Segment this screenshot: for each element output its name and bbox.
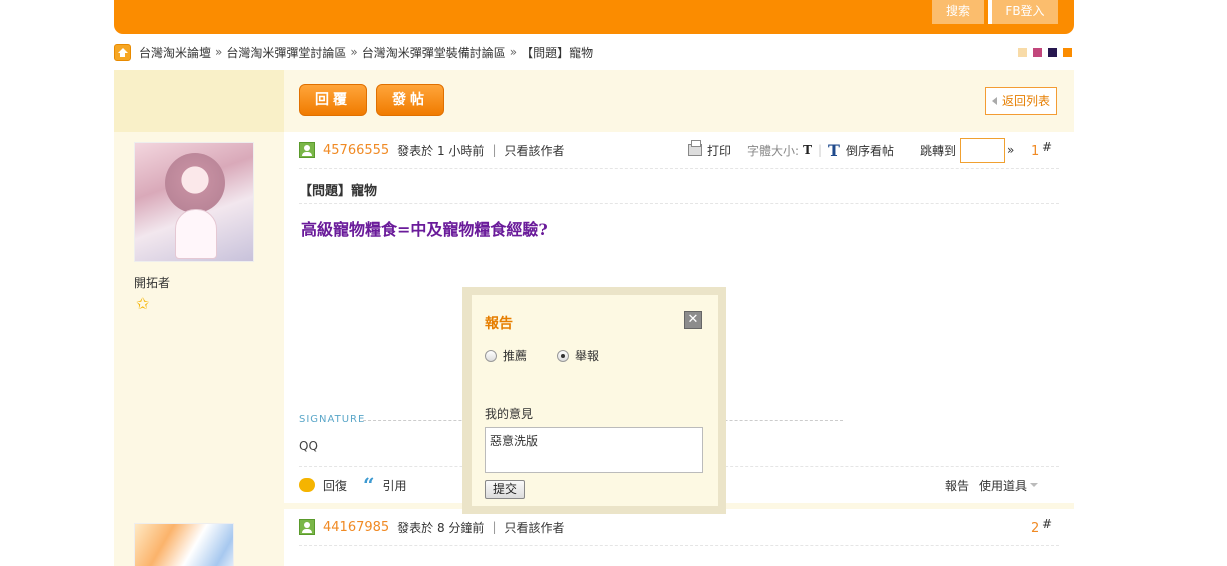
post-meta: 44167985 發表於 8 分鐘前 | 只看該作者	[299, 517, 1059, 537]
tab-fb-login[interactable]: FB登入	[992, 0, 1058, 24]
post-actions-right: 報告 使用道具	[945, 475, 1065, 495]
breadcrumb-separator: »	[215, 45, 223, 59]
quote-icon[interactable]: “	[363, 475, 375, 495]
radio-recommend[interactable]: 推薦	[485, 347, 527, 364]
avatar[interactable]	[134, 142, 254, 262]
radio-button[interactable]	[557, 349, 569, 362]
breadcrumb-separator: »	[350, 45, 358, 59]
font-size-large-button[interactable]: T	[828, 141, 840, 160]
style-swatch-orange[interactable]	[1063, 48, 1072, 57]
reply-button[interactable]: 回覆	[299, 84, 367, 116]
post-2: 44167985 發表於 8 分鐘前 | 只看該作者 2 #	[114, 509, 1074, 566]
avatar[interactable]	[134, 523, 234, 566]
breadcrumb-separator: »	[509, 45, 518, 59]
only-author-link[interactable]: 只看該作者	[504, 142, 564, 159]
font-size-small-button[interactable]: T	[803, 143, 812, 157]
radio-recommend-label: 推薦	[503, 349, 528, 363]
opinion-label: 我的意見	[485, 407, 534, 421]
font-size-divider: |	[818, 143, 823, 157]
submit-button[interactable]: 提交	[485, 480, 525, 499]
header-bar: 論壇 搜索 FB登入	[114, 0, 1074, 34]
report-dialog-frame: 報告 ✕ 推薦 舉報 我的意見 惡意洗版 提交	[462, 287, 726, 514]
chevron-down-icon[interactable]	[1030, 483, 1039, 487]
star-icon: ✩	[136, 294, 150, 313]
author-role: 開拓者	[134, 276, 171, 290]
user-online-icon	[299, 519, 315, 535]
radio-report[interactable]: 舉報	[557, 347, 599, 364]
subject-divider	[299, 203, 1059, 204]
post-report-link[interactable]: 報告	[945, 477, 969, 494]
reply-icon[interactable]	[299, 478, 315, 492]
author-name[interactable]: 44167985	[323, 520, 389, 535]
author-name[interactable]: 45766555	[323, 143, 389, 158]
post-body-text: 高級寵物糧食=中及寵物糧食經驗?	[301, 220, 548, 239]
floor-number[interactable]: 2	[1031, 521, 1039, 536]
style-swatch-magenta[interactable]	[1033, 48, 1042, 57]
radio-button[interactable]	[485, 349, 497, 362]
post-quote-link[interactable]: 引用	[383, 477, 407, 494]
reverse-order-link[interactable]: 倒序看帖	[846, 142, 894, 159]
meta-separator: |	[492, 143, 497, 157]
tab-search[interactable]: 搜索	[932, 0, 984, 24]
style-swatch-beige[interactable]	[1018, 48, 1027, 57]
user-online-icon	[299, 142, 315, 158]
post-subject: 【問題】寵物	[299, 184, 378, 199]
meta-divider	[299, 168, 1059, 169]
breadcrumb-item-forum[interactable]: 台灣淘米論壇	[139, 44, 211, 61]
back-to-list-button[interactable]: 返回列表	[984, 87, 1057, 115]
post-author-sidebar	[114, 509, 284, 566]
breadcrumb-item-thread: 【問題】寵物	[521, 45, 594, 60]
post-reply-link[interactable]: 回復	[323, 477, 347, 494]
floor-hash: #	[1042, 140, 1053, 154]
post-tools: 打印 字體大小: T | T 倒序看帖 跳轉到 »	[688, 137, 1068, 163]
dialog-title: 報告	[485, 316, 513, 332]
signature-label: SIGNATURE	[299, 414, 366, 425]
radio-report-label: 舉報	[575, 349, 600, 363]
use-tools-link[interactable]: 使用道具	[979, 477, 1027, 494]
breadcrumb-item-subboard[interactable]: 台灣淘米彈彈堂裝備討論區	[362, 44, 506, 61]
meta-divider	[299, 545, 1059, 546]
jump-go-button[interactable]: »	[1007, 143, 1014, 157]
post-author-sidebar: 開拓者 ✩	[114, 132, 284, 503]
breadcrumb-item-board[interactable]: 台灣淘米彈彈堂討論區	[226, 44, 346, 61]
close-icon[interactable]: ✕	[684, 311, 702, 329]
font-size-label: 字體大小:	[747, 143, 800, 158]
new-post-button[interactable]: 發帖	[376, 84, 444, 116]
post-time: 發表於 8 分鐘前	[397, 520, 485, 535]
report-dialog: 報告 ✕ 推薦 舉報 我的意見 惡意洗版 提交	[472, 295, 718, 506]
style-swatch-navy[interactable]	[1048, 48, 1057, 57]
jump-to-label: 跳轉到	[919, 143, 956, 158]
toolbar-left-panel	[114, 70, 284, 132]
print-link[interactable]: 打印	[707, 142, 731, 159]
post-time: 發表於 1 小時前	[397, 143, 485, 158]
only-author-link[interactable]: 只看該作者	[504, 519, 564, 536]
print-icon[interactable]	[688, 140, 702, 156]
home-icon[interactable]	[114, 43, 131, 61]
floor-number[interactable]: 1	[1031, 144, 1039, 159]
breadcrumb: 台灣淘米論壇 » 台灣淘米彈彈堂討論區 » 台灣淘米彈彈堂裝備討論區 » 【問題…	[114, 42, 593, 62]
jump-to-input[interactable]	[959, 137, 1005, 163]
signature-text: QQ	[299, 439, 318, 453]
floor-hash: #	[1042, 517, 1053, 531]
thread-toolbar: 回覆 發帖 返回列表	[114, 70, 1074, 132]
meta-separator: |	[492, 520, 497, 534]
opinion-textarea[interactable]: 惡意洗版	[485, 427, 703, 473]
